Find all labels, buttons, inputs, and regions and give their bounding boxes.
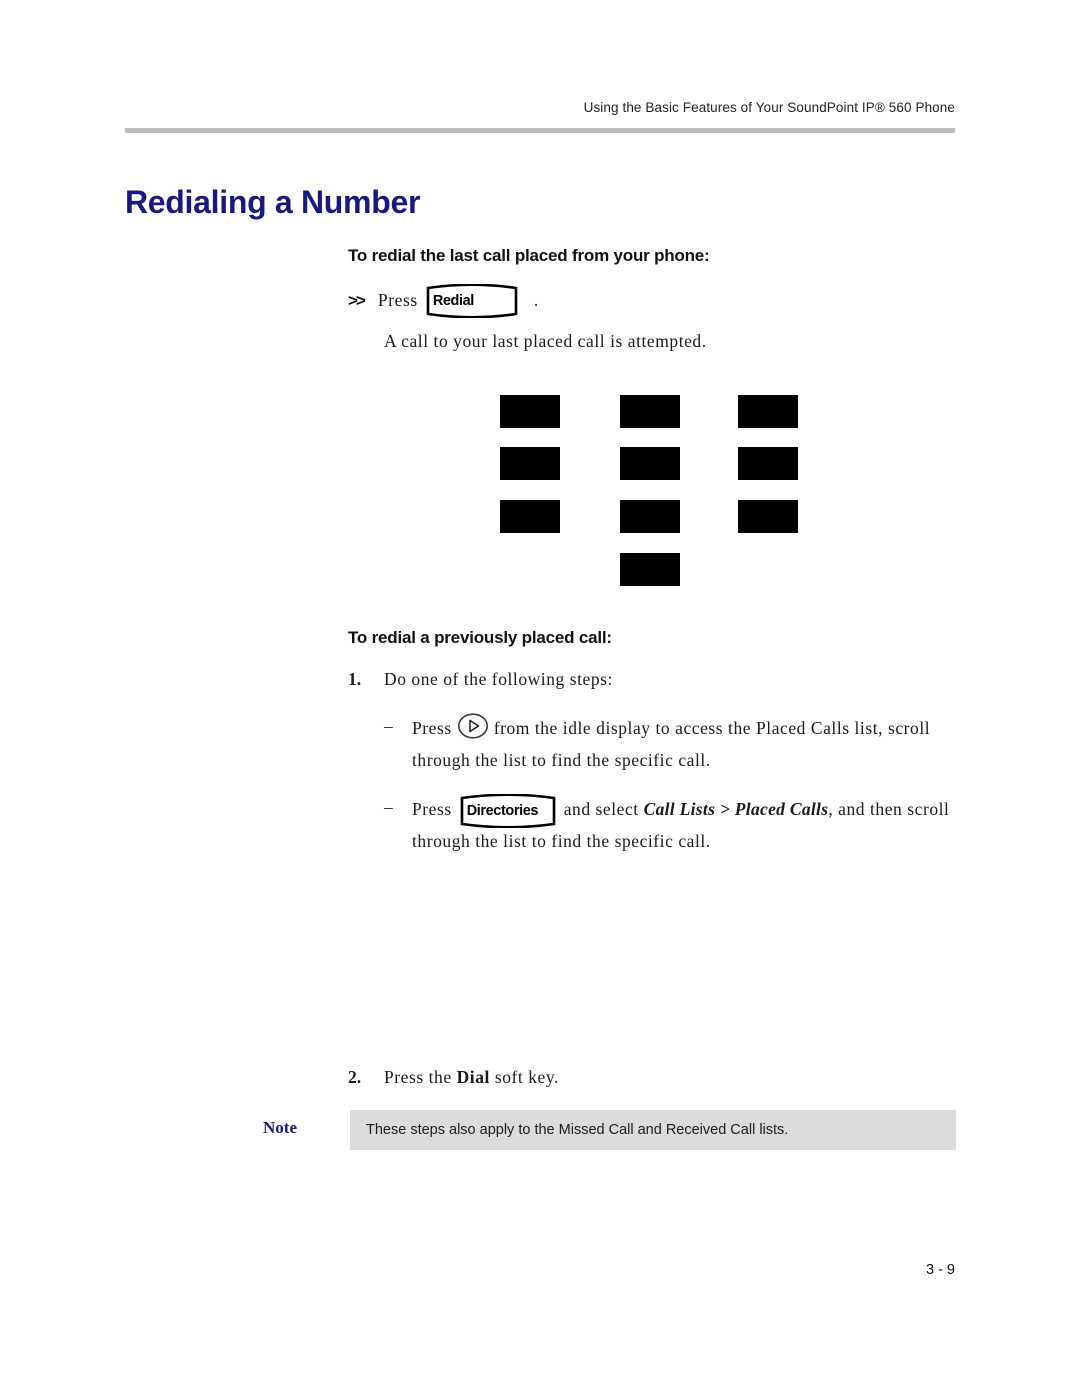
list-item-step-1: 1. Do one of the following steps: <box>348 666 956 693</box>
step-2-container: 2. Press the Dial soft key. <box>348 1062 956 1091</box>
header-divider-rule <box>125 128 955 133</box>
redial-softkey-button[interactable]: Redial <box>424 284 520 318</box>
subheading-redial-last-call: To redial the last call placed from your… <box>348 246 710 265</box>
page-number: 3 - 9 <box>925 1262 955 1278</box>
redacted-block <box>620 553 680 586</box>
bullet-directories-body: Press Directories and select Call Lists > … <box>412 794 956 855</box>
list-item-step-2: 2. Press the Dial soft key. <box>348 1064 956 1091</box>
note-box: These steps also apply to the Missed Cal… <box>350 1110 956 1150</box>
page-title: Redialing a Number <box>125 184 421 221</box>
step-number: 2. <box>348 1067 362 1087</box>
list-item-bullet-nav-key: – Press from the idle display to access t… <box>384 713 956 774</box>
note-callout: Note These steps also apply to the Misse… <box>263 1110 956 1150</box>
bullet-directories-text-before: and select <box>563 799 639 820</box>
redacted-block <box>738 500 798 533</box>
redacted-keypad-figure <box>498 393 808 593</box>
dash-bullet-marker: – <box>384 716 394 737</box>
menu-path-emphasis: Call Lists > Placed Calls <box>643 799 829 820</box>
bullet-nav-key-text: from the idle display to access the Plac… <box>412 718 931 771</box>
redacted-block <box>500 395 560 428</box>
step-number: 1. <box>348 669 362 689</box>
redacted-block <box>500 500 560 533</box>
redacted-block <box>738 447 798 480</box>
bullet-nav-key-body: Press from the idle display to access the… <box>412 713 956 774</box>
step-2-text-before: Press the <box>384 1067 452 1087</box>
nav-right-icon[interactable] <box>457 713 489 747</box>
body-content: To redial the last call placed from your… <box>348 246 956 355</box>
press-label: Press <box>412 799 452 820</box>
body-content-section-two: To redial a previously placed call: 1. D… <box>348 628 956 856</box>
redacted-block <box>620 447 680 480</box>
note-text: These steps also apply to the Missed Cal… <box>366 1122 789 1138</box>
step-list: 1. Do one of the following steps: – Pres… <box>348 666 956 856</box>
press-redial-row: >> Press Redial . <box>348 284 956 318</box>
running-header: Using the Basic Features of Your SoundPo… <box>583 100 955 115</box>
sentence-period: . <box>533 290 539 311</box>
list-item-bullet-directories: – Press Directories and select Call Lists … <box>384 794 956 855</box>
dash-bullet-marker: – <box>384 797 394 818</box>
step-1-text: Do one of the following steps: <box>384 669 613 689</box>
note-label: Note <box>263 1118 297 1137</box>
step-2-text: Press the Dial soft key. <box>384 1064 956 1091</box>
redial-last-call-instruction: >> Press Redial . A call to your last pl… <box>348 284 956 355</box>
directories-softkey-label: Directories <box>466 803 539 820</box>
redacted-block <box>738 395 798 428</box>
redacted-block <box>620 500 680 533</box>
press-label: Press <box>412 718 452 739</box>
redacted-block <box>500 447 560 480</box>
redial-result-text: A call to your last placed call is attem… <box>384 331 707 351</box>
redacted-block <box>620 395 680 428</box>
step-2-text-after: soft key. <box>494 1067 559 1087</box>
dial-softkey-term: Dial <box>456 1067 490 1087</box>
press-label: Press <box>377 290 418 311</box>
directories-softkey-button[interactable]: Directories <box>458 794 558 829</box>
subheading-redial-previous-call: To redial a previously placed call: <box>348 628 612 647</box>
double-chevron-bullet-icon: >> <box>348 290 366 310</box>
redial-softkey-label: Redial <box>432 292 475 309</box>
